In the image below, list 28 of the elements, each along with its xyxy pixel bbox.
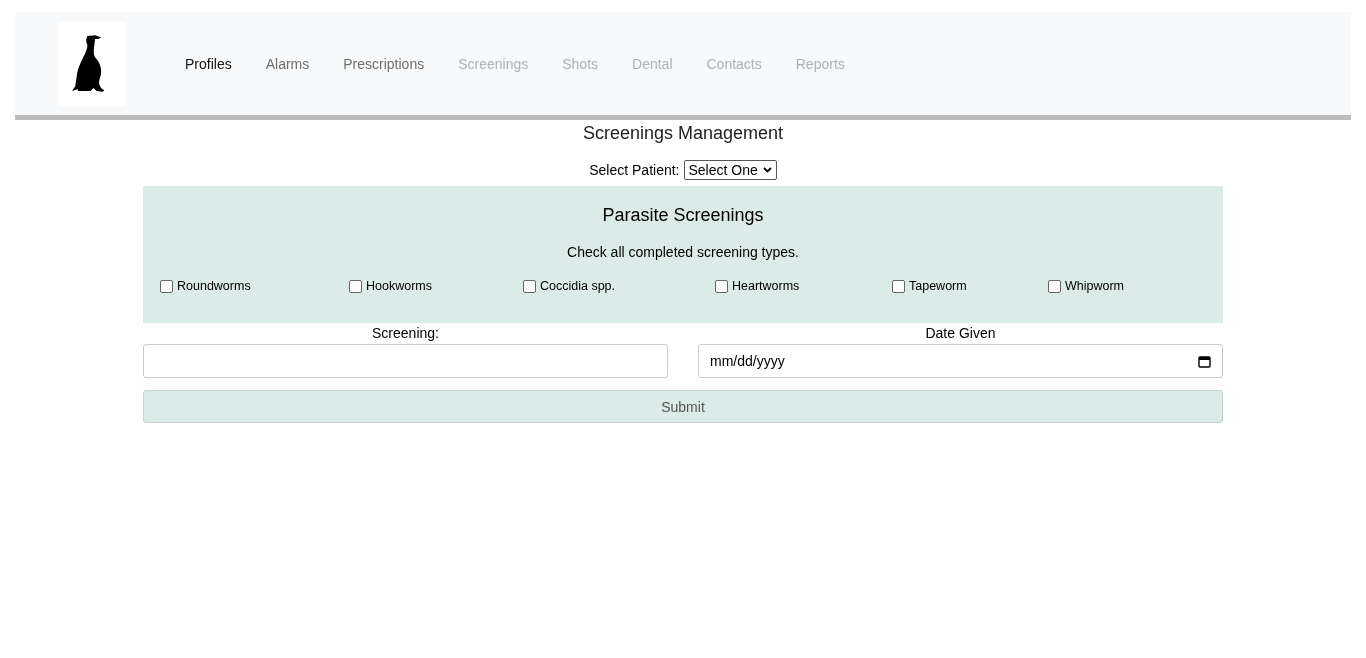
checkbox[interactable] bbox=[160, 279, 173, 293]
screening-field[interactable] bbox=[143, 344, 668, 378]
instruction-text: Check all completed screening types. bbox=[566, 244, 800, 260]
nav-link[interactable]: Prescriptions bbox=[326, 55, 442, 72]
date-placeholder: mm/dd/yyyy bbox=[710, 353, 786, 369]
checkbox[interactable] bbox=[349, 279, 362, 293]
checkbox-label: Coccidia spp. bbox=[540, 279, 616, 293]
checkbox-label: Whipworm bbox=[1065, 279, 1125, 293]
nav-link[interactable]: Profiles bbox=[168, 55, 249, 72]
chevron-down-icon bbox=[762, 167, 772, 173]
select-patient-label: Select Patient: bbox=[589, 162, 680, 178]
checkbox-label: Hookworms bbox=[366, 279, 432, 293]
screening-label: Screening: bbox=[372, 325, 439, 341]
date-field[interactable]: mm/dd/yyyy bbox=[698, 344, 1223, 378]
panel-title: Parasite Screenings bbox=[601, 205, 765, 226]
calendar-icon[interactable] bbox=[1198, 354, 1211, 368]
patient-dropdown[interactable]: Select One bbox=[683, 160, 777, 180]
nav-link[interactable]: Alarms bbox=[248, 55, 327, 72]
checkbox[interactable] bbox=[892, 279, 905, 293]
checkbox[interactable] bbox=[1048, 279, 1061, 293]
checkbox[interactable] bbox=[523, 279, 536, 293]
date-label: Date Given bbox=[925, 325, 996, 341]
checkbox[interactable] bbox=[715, 279, 728, 293]
checkbox-label: Tapeworm bbox=[909, 279, 967, 293]
submit-button[interactable]: Submit bbox=[143, 390, 1223, 423]
checkbox-label: Roundworms bbox=[177, 279, 251, 293]
page-title: Screenings Management bbox=[581, 123, 785, 145]
checkbox-label: Heartworms bbox=[732, 279, 800, 293]
